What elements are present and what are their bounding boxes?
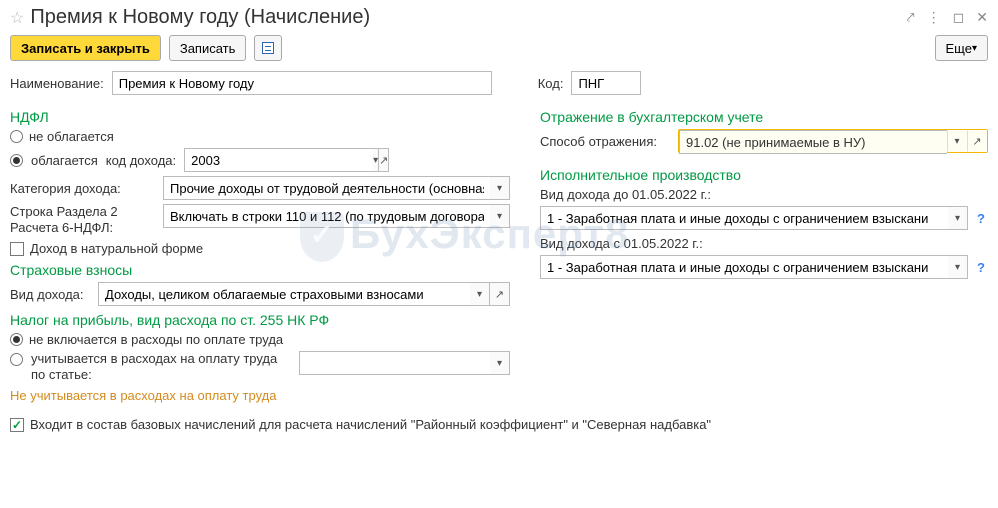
ndfl-header: НДФЛ (10, 109, 510, 125)
profit-by-article-label: учитывается в расходах на оплату труда п… (31, 351, 291, 382)
expense-article-dropdown-icon[interactable]: ▾ (490, 351, 510, 375)
income-before-input[interactable] (540, 206, 948, 230)
save-button[interactable]: Записать (169, 35, 247, 61)
insurance-header: Страховые взносы (10, 262, 510, 278)
profit-not-included-radio[interactable] (10, 333, 23, 346)
list-icon (262, 42, 274, 54)
insurance-income-type-input[interactable] (98, 282, 470, 306)
ndfl-taxed-label: облагается (31, 153, 98, 168)
close-icon[interactable]: ✕ (976, 9, 988, 26)
income-after-label: Вид дохода с 01.05.2022 г.: (540, 236, 988, 251)
income-after-input[interactable] (540, 255, 948, 279)
profit-not-included-label: не включается в расходы по оплате труда (29, 332, 283, 347)
ndfl-not-taxed-label: не облагается (29, 129, 114, 144)
restore-window-icon[interactable]: ◻ (953, 9, 965, 26)
section2-label: Строка Раздела 2 Расчета 6-НДФЛ: (10, 204, 155, 235)
ndfl-not-taxed-radio[interactable] (10, 130, 23, 143)
profit-tax-status: Не учитывается в расходах на оплату труд… (10, 388, 510, 403)
income-category-input[interactable] (163, 176, 490, 200)
name-label: Наименование: (10, 76, 104, 91)
income-after-help-icon[interactable]: ? (974, 260, 988, 275)
income-before-dropdown-icon[interactable]: ▾ (948, 206, 968, 230)
insurance-income-type-label: Вид дохода: (10, 287, 90, 302)
income-category-label: Категория дохода: (10, 181, 155, 196)
list-view-button[interactable] (254, 35, 282, 61)
name-input[interactable] (112, 71, 492, 95)
ndfl-taxed-radio[interactable] (10, 154, 23, 167)
income-after-dropdown-icon[interactable]: ▾ (948, 255, 968, 279)
insurance-income-type-open-icon[interactable]: ↗ (490, 282, 510, 306)
income-in-kind-label: Доход в натуральной форме (30, 241, 203, 256)
link-icon[interactable]: ⤤ (907, 9, 915, 26)
enforcement-header: Исполнительное производство (540, 167, 988, 183)
income-in-kind-checkbox[interactable] (10, 242, 24, 256)
more-menu-button[interactable]: Еще (935, 35, 988, 61)
reflection-method-input[interactable] (679, 130, 947, 154)
save-and-close-button[interactable]: Записать и закрыть (10, 35, 161, 61)
expense-article-input[interactable] (299, 351, 490, 375)
accounting-header: Отражение в бухгалтерском учете (540, 109, 988, 125)
income-before-help-icon[interactable]: ? (974, 211, 988, 226)
code-input[interactable] (571, 71, 641, 95)
income-code-input[interactable] (184, 148, 373, 172)
income-before-label: Вид дохода до 01.05.2022 г.: (540, 187, 988, 202)
reflection-method-open-icon[interactable]: ↗ (967, 130, 987, 152)
section2-input[interactable] (163, 204, 490, 228)
profit-tax-header: Налог на прибыль, вид расхода по ст. 255… (10, 312, 510, 328)
reflection-method-dropdown-icon[interactable]: ▾ (947, 130, 967, 152)
insurance-income-type-dropdown-icon[interactable]: ▾ (470, 282, 490, 306)
section2-dropdown-icon[interactable]: ▾ (490, 204, 510, 228)
base-accruals-label: Входит в состав базовых начислений для р… (30, 417, 711, 432)
favorite-star-icon[interactable]: ☆ (10, 8, 24, 28)
code-label: Код: (538, 76, 564, 91)
profit-by-article-radio[interactable] (10, 353, 23, 366)
income-category-dropdown-icon[interactable]: ▾ (490, 176, 510, 200)
base-accruals-checkbox[interactable] (10, 418, 24, 432)
window-title: Премия к Новому году (Начисление) (30, 6, 370, 29)
kebab-menu-icon[interactable]: ⋮ (927, 9, 941, 26)
reflection-method-label: Способ отражения: (540, 134, 670, 149)
income-code-label: код дохода: (106, 153, 176, 168)
income-code-open-icon[interactable]: ↗ (379, 148, 389, 172)
